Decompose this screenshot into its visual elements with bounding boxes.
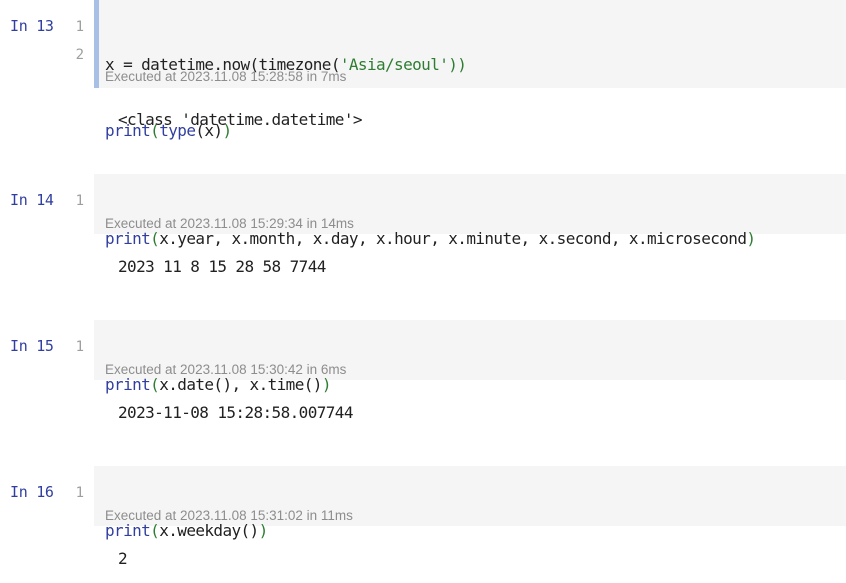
- code-input-area[interactable]: print(x.year, x.month, x.day, x.hour, x.…: [94, 174, 846, 248]
- line-number: 2: [75, 47, 84, 63]
- execution-info: Executed at 2023.11.08 15:28:58 in 7ms: [105, 69, 347, 84]
- cell-prompt: In 16: [10, 483, 54, 501]
- execution-info: Executed at 2023.11.08 15:29:34 in 14ms: [105, 216, 354, 231]
- notebook-cell[interactable]: In 15 1 print(x.date(), x.time()) Execut…: [0, 320, 846, 440]
- cell-output: <class 'datetime.datetime'>: [118, 110, 362, 129]
- execution-info: Executed at 2023.11.08 15:31:02 in 11ms: [105, 508, 353, 523]
- cell-output: 2023 11 8 15 28 58 7744: [118, 257, 326, 276]
- execution-info: Executed at 2023.11.08 15:30:42 in 6ms: [105, 362, 347, 377]
- cell-prompt: In 15: [10, 337, 54, 355]
- line-number: 1: [75, 485, 84, 501]
- line-number: 1: [75, 19, 84, 35]
- code-input-area[interactable]: print(x.weekday()) Executed at 2023.11.0…: [94, 466, 846, 540]
- cell-prompt: In 14: [10, 191, 54, 209]
- cell-output: 2023-11-08 15:28:58.007744: [118, 403, 353, 422]
- line-number: 1: [75, 339, 84, 355]
- line-numbers: 1: [64, 187, 84, 215]
- code-editor[interactable]: print(x.weekday()): [105, 479, 268, 583]
- notebook-cell[interactable]: In 14 1 print(x.year, x.month, x.day, x.…: [0, 174, 846, 294]
- code-input-area[interactable]: print(x.date(), x.time()) Executed at 20…: [94, 320, 846, 394]
- line-numbers: 1: [64, 333, 84, 361]
- code-editor[interactable]: x = datetime.now(timezone('Asia/seoul'))…: [105, 13, 467, 183]
- notebook-cell[interactable]: In 16 1 print(x.weekday()) Executed at 2…: [0, 466, 846, 579]
- cell-output: 2: [118, 549, 128, 568]
- notebook-cell[interactable]: In 13 1 2 x = datetime.now(timezone('Asi…: [0, 0, 846, 160]
- cell-prompt: In 13: [10, 17, 54, 35]
- line-number: 1: [75, 193, 84, 209]
- line-numbers: 1 2: [64, 13, 84, 69]
- line-numbers: 1: [64, 479, 84, 507]
- code-input-area[interactable]: x = datetime.now(timezone('Asia/seoul'))…: [94, 0, 846, 140]
